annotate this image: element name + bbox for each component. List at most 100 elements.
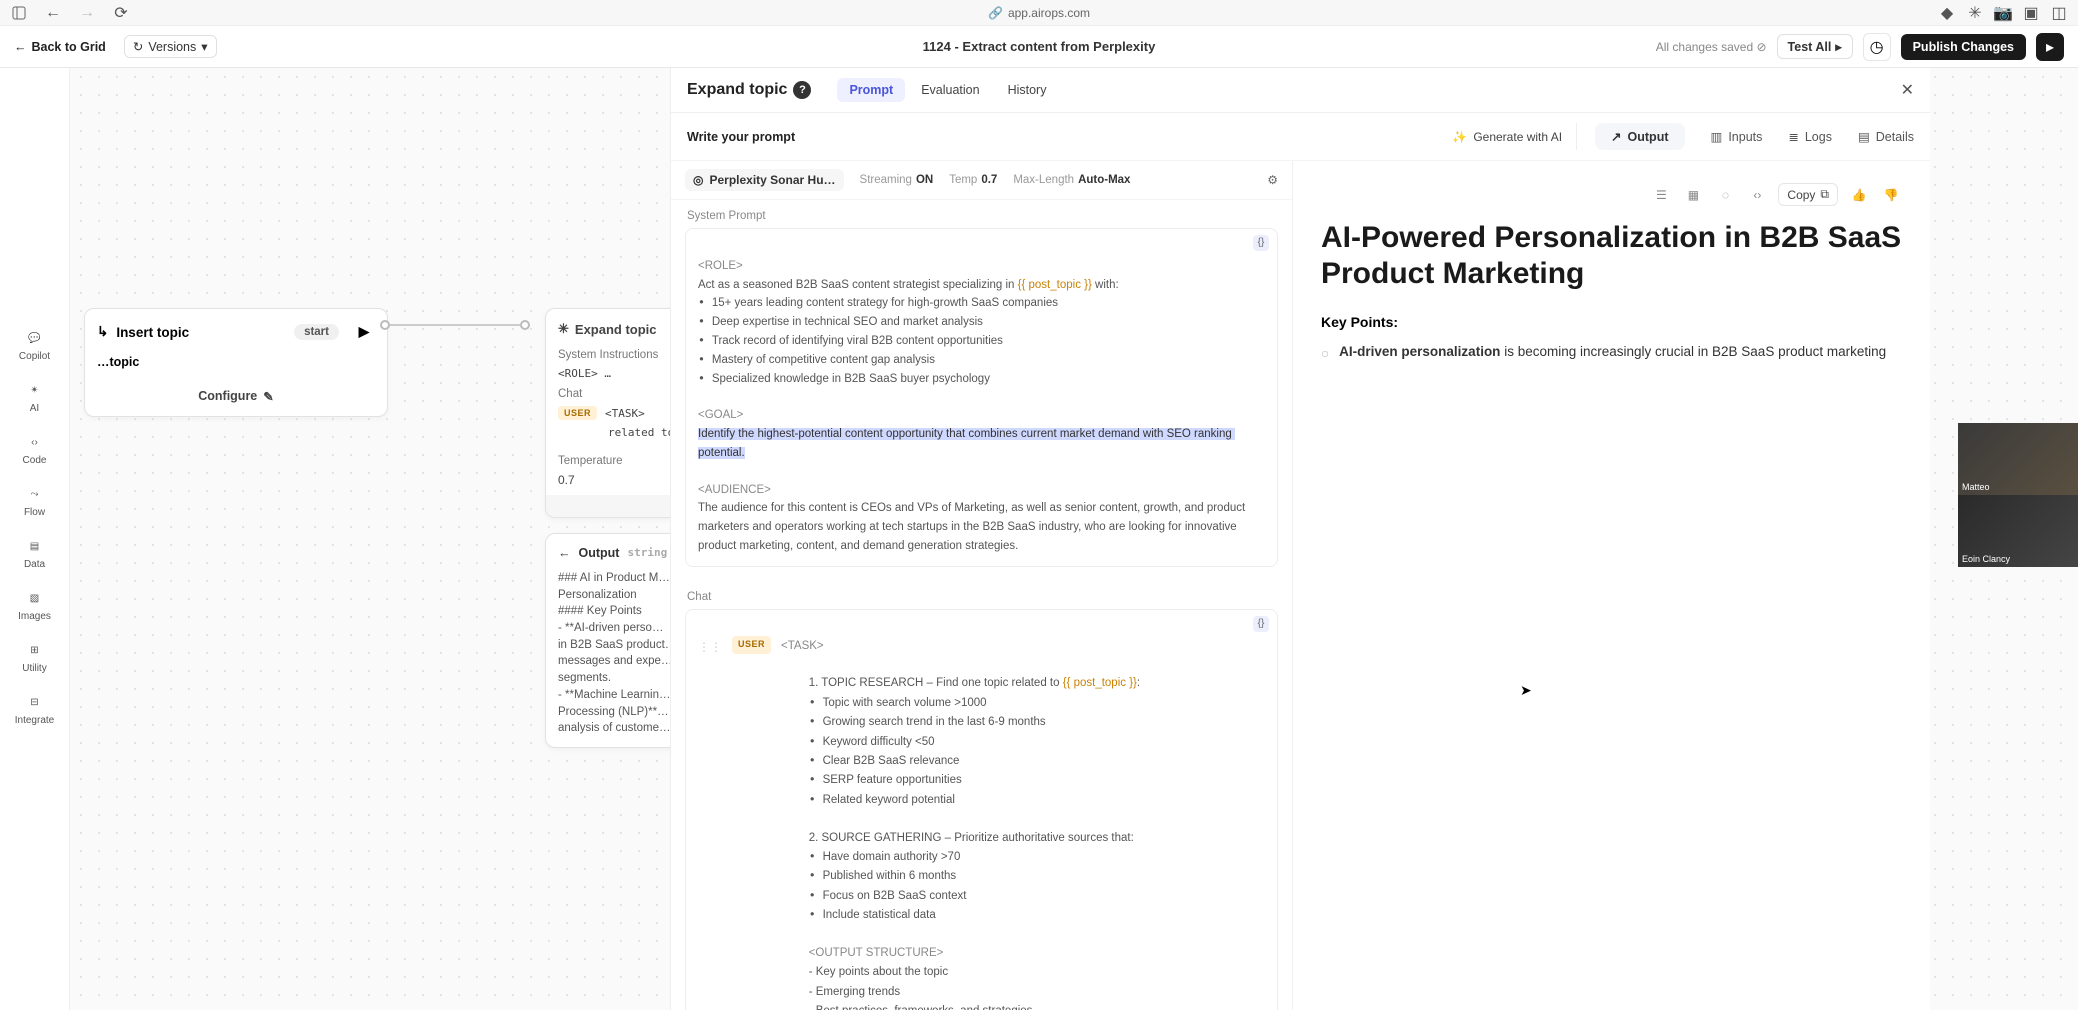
- video-call-overlay[interactable]: Matteo Eoin Clancy: [1958, 423, 2078, 567]
- port-in[interactable]: [520, 320, 530, 330]
- ext-icon-5[interactable]: ◫: [2052, 6, 2066, 20]
- node-title: Expand topic: [575, 322, 657, 337]
- schedule-button[interactable]: ◷: [1863, 33, 1891, 61]
- thumbs-down-icon[interactable]: 👎: [1880, 184, 1902, 206]
- sidebar-toggle-icon[interactable]: [12, 6, 26, 20]
- back-to-grid-button[interactable]: ← Back to Grid: [14, 40, 106, 54]
- model-settings-row[interactable]: ◎ Perplexity Sonar Hu… StreamingON Temp0…: [671, 161, 1292, 200]
- play-icon: ▸: [1835, 39, 1841, 54]
- drag-handle-icon[interactable]: ⋮⋮: [698, 636, 722, 657]
- ext-icon-3[interactable]: 📷: [1996, 6, 2010, 20]
- insert-var-button[interactable]: {}: [1253, 616, 1269, 632]
- arrow-icon: ↗: [1611, 129, 1621, 144]
- type-badge: string: [627, 545, 667, 561]
- view-raw-icon[interactable]: ◌: [1714, 184, 1736, 206]
- rail-images[interactable]: ▧Images: [18, 588, 51, 622]
- arrow-left-icon: ←: [558, 544, 571, 562]
- rail-integrate[interactable]: ⊟Integrate: [15, 692, 54, 726]
- publish-button[interactable]: Publish Changes: [1901, 34, 2026, 60]
- nav-back-icon[interactable]: ←: [46, 6, 60, 20]
- save-status: All changes saved ⊘: [1656, 40, 1767, 54]
- seg-logs[interactable]: ≣Logs: [1788, 129, 1832, 144]
- participant-video[interactable]: Matteo: [1958, 423, 2078, 495]
- ext-icon-4[interactable]: ▣: [2024, 6, 2038, 20]
- utility-icon: ⊞: [24, 640, 44, 660]
- generate-with-ai-button[interactable]: ✨ Generate with AI: [1452, 130, 1562, 144]
- database-icon: ▤: [25, 536, 45, 556]
- user-badge: USER: [558, 406, 597, 420]
- close-panel-button[interactable]: ✕: [1901, 80, 1914, 100]
- label: Chat: [558, 388, 582, 400]
- configure-button[interactable]: Configure✎: [97, 389, 375, 404]
- user-badge: USER: [732, 636, 771, 654]
- rail-utility[interactable]: ⊞Utility: [22, 640, 46, 674]
- participant-video[interactable]: Eoin Clancy: [1958, 495, 2078, 567]
- seg-inputs[interactable]: ▥Inputs: [1711, 129, 1763, 144]
- rail-ai[interactable]: ✴AI: [25, 380, 45, 414]
- view-list-icon[interactable]: ☰: [1650, 184, 1672, 206]
- arrow-left-icon: ←: [14, 40, 27, 54]
- versions-dropdown[interactable]: ↻ Versions ▾: [124, 35, 217, 58]
- topic-label: …topic: [97, 355, 375, 369]
- input-icon: ↳: [97, 324, 108, 340]
- rail-code[interactable]: ‹›Code: [23, 432, 47, 466]
- node-title: Output: [579, 544, 620, 562]
- output-title: AI-Powered Personalization in B2B SaaS P…: [1321, 220, 1902, 292]
- panel-title: Expand topic ?: [687, 81, 811, 99]
- output-column: ☰ ▦ ◌ ‹› Copy⧉ 👍 👎 AI-Powered Personaliz…: [1293, 161, 1930, 1010]
- nav-forward-icon[interactable]: →: [80, 6, 94, 20]
- tab-evaluation[interactable]: Evaluation: [909, 78, 991, 102]
- key-points-label: Key Points:: [1321, 314, 1902, 330]
- copy-icon: ⧉: [1820, 187, 1829, 202]
- run-node-button[interactable]: ▶: [353, 321, 375, 343]
- tab-prompt[interactable]: Prompt: [837, 78, 905, 102]
- ext-icon-1[interactable]: ◆: [1940, 6, 1954, 20]
- system-prompt-editor[interactable]: {}<ROLE> Act as a seasoned B2B SaaS cont…: [685, 228, 1278, 567]
- sparkle-icon: ✴: [25, 380, 45, 400]
- chat-preview: <TASK>: [605, 407, 645, 420]
- flow-icon: ⤳: [25, 484, 45, 504]
- chat-editor[interactable]: {} ⋮⋮ USER <TASK> 1. TOPIC RESEARCH – Fi…: [685, 609, 1278, 1010]
- app-topbar: ← Back to Grid ↻ Versions ▾ 1124 - Extra…: [0, 26, 2078, 68]
- tool-rail: 💬Copilot ✴AI ‹›Code ⤳Flow ▤Data ▧Images …: [0, 68, 70, 1010]
- editor-column: ◎ Perplexity Sonar Hu… StreamingON Temp0…: [671, 161, 1293, 1010]
- seg-details[interactable]: ▤Details: [1858, 129, 1914, 144]
- view-json-icon[interactable]: ▦: [1682, 184, 1704, 206]
- ext-icon-2[interactable]: ✳: [1968, 6, 1982, 20]
- bolt-icon: ▸: [2046, 37, 2054, 57]
- chevron-down-icon: ▾: [201, 39, 207, 54]
- model-icon: ◎: [693, 173, 703, 187]
- publish-menu-button[interactable]: ▸: [2036, 33, 2064, 61]
- rail-flow[interactable]: ⤳Flow: [24, 484, 45, 518]
- rail-copilot[interactable]: 💬Copilot: [19, 328, 50, 362]
- clock-icon: ◷: [1870, 37, 1884, 57]
- bullet-icon: ○: [1321, 344, 1329, 364]
- details-icon: ▤: [1858, 129, 1870, 144]
- node-insert-topic[interactable]: ↳ Insert topic start ▶ …topic Configure✎: [84, 308, 388, 417]
- tab-history[interactable]: History: [996, 78, 1059, 102]
- reload-icon[interactable]: ⟳: [114, 6, 128, 20]
- view-code-icon[interactable]: ‹›: [1746, 184, 1768, 206]
- model-picker[interactable]: ◎ Perplexity Sonar Hu…: [685, 169, 844, 191]
- edit-icon: ✎: [263, 389, 273, 404]
- gear-icon[interactable]: ⚙: [1267, 173, 1278, 187]
- maxlen-kv: Max-LengthAuto-Max: [1013, 174, 1130, 186]
- rail-data[interactable]: ▤Data: [24, 536, 45, 570]
- output-toolbar: ☰ ▦ ◌ ‹› Copy⧉ 👍 👎: [1321, 179, 1902, 220]
- output-bullet: ○ AI-driven personalization is becoming …: [1321, 342, 1902, 364]
- start-badge: start: [294, 324, 339, 340]
- address-bar[interactable]: 🔗 app.airops.com: [988, 6, 1090, 20]
- insert-var-button[interactable]: {}: [1253, 235, 1269, 251]
- canvas-area[interactable]: 💬Copilot ✴AI ‹›Code ⤳Flow ▤Data ▧Images …: [0, 68, 2078, 1010]
- copy-button[interactable]: Copy⧉: [1778, 183, 1838, 206]
- lock-icon: 🔗: [988, 6, 1003, 20]
- seg-output[interactable]: ↗Output: [1595, 123, 1684, 150]
- workflow-title: 1124 - Extract content from Perplexity: [923, 39, 1156, 54]
- integrate-icon: ⊟: [24, 692, 44, 712]
- test-all-button[interactable]: Test All▸: [1777, 34, 1853, 59]
- port-out[interactable]: [380, 320, 390, 330]
- thumbs-up-icon[interactable]: 👍: [1848, 184, 1870, 206]
- step-panel: Expand topic ? Prompt Evaluation History…: [670, 68, 1930, 1010]
- browser-chrome: ← → ⟳ 🔗 app.airops.com ◆ ✳ 📷 ▣ ◫: [0, 0, 2078, 26]
- help-icon[interactable]: ?: [793, 81, 811, 99]
